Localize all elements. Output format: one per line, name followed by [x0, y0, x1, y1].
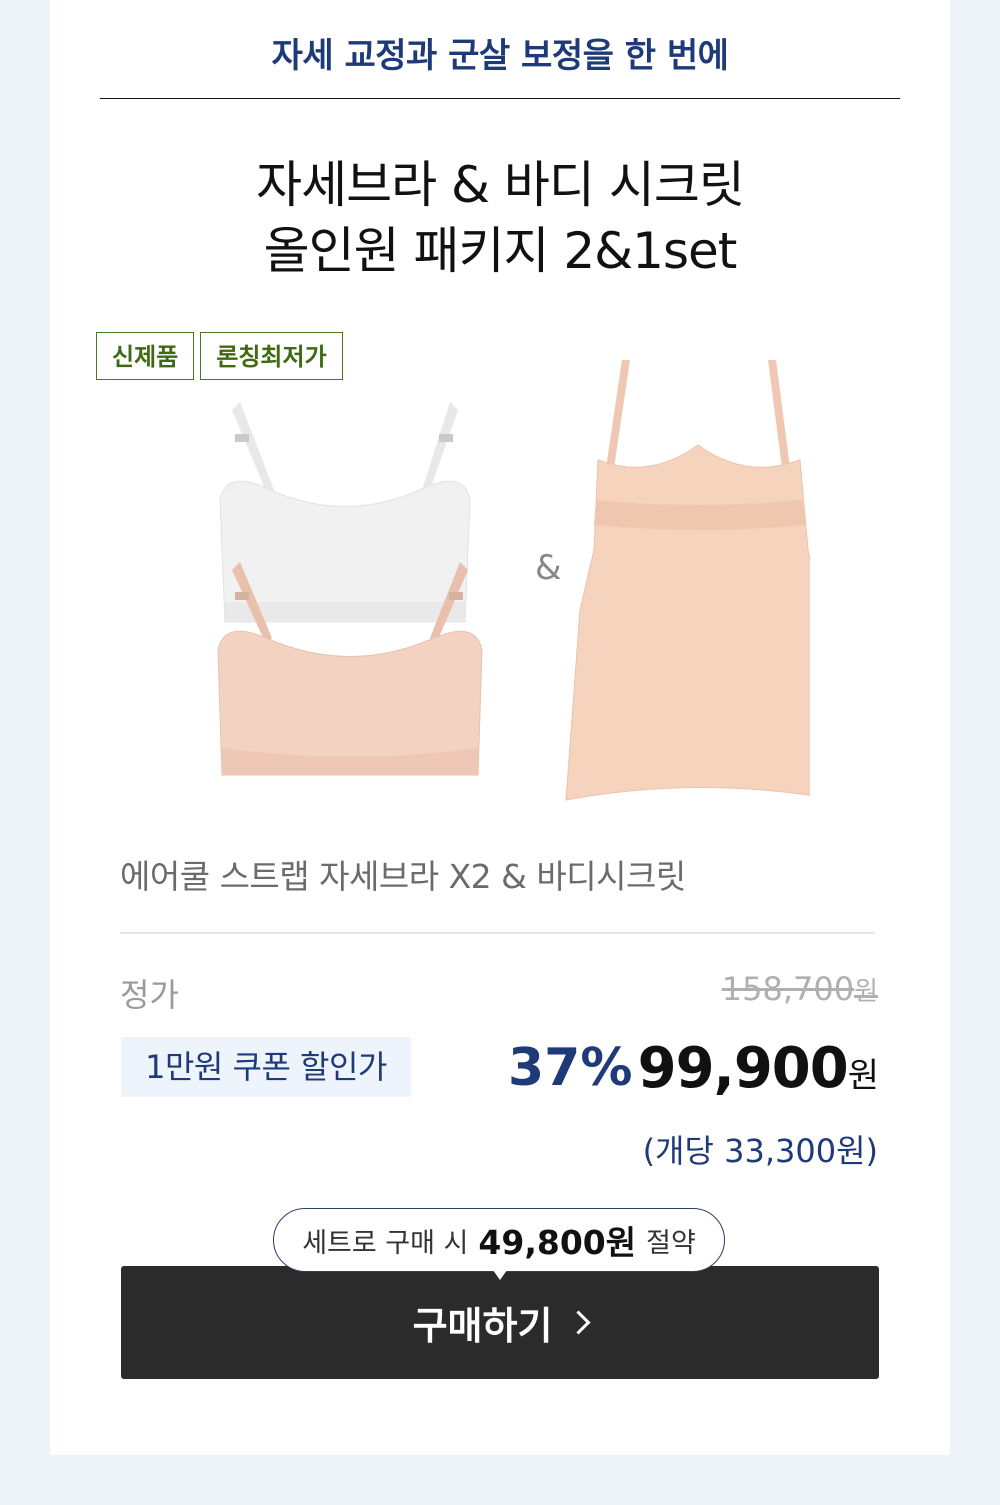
coupon-label: 1만원 쿠폰 할인가 [121, 1037, 411, 1097]
product-card: 자세 교정과 군살 보정을 한 번에 자세브라 & 바디 시크릿 올인원 패키지… [50, 0, 950, 1455]
white-bra-image [219, 402, 471, 623]
tagline: 자세 교정과 군살 보정을 한 번에 [271, 36, 729, 76]
product-name: 에어쿨 스트랩 자세브라 X2 & 바디시크릿 [120, 857, 686, 896]
savings-suffix: 절약 [646, 1227, 696, 1259]
divider [100, 98, 900, 99]
final-price-unit: 원 [847, 1056, 879, 1096]
buy-button[interactable]: 구매하기 [121, 1266, 879, 1379]
savings-amount: 49,800원 [478, 1223, 637, 1262]
savings-bubble-tail [490, 1266, 510, 1280]
savings-bubble: 세트로 구매 시 49,800원 절약 [273, 1208, 725, 1272]
title-line-2: 올인원 패키지 2&1set [263, 222, 738, 280]
product-separator: & [535, 548, 562, 588]
list-price-value: 158,700 [721, 970, 855, 1008]
badge-new: 신제품 [96, 332, 195, 380]
chevron-right-icon [566, 1310, 591, 1335]
final-price: 99,900원 [637, 1036, 879, 1101]
discount-percent: 37% [508, 1038, 633, 1098]
list-price-label: 정가 [120, 976, 179, 1014]
product-title: 자세브라 & 바디 시크릿 올인원 패키지 2&1set [50, 152, 950, 284]
per-unit-price: (개당 33,300원) [642, 1132, 878, 1170]
list-price: 158,700원 [722, 970, 878, 1008]
buy-button-label: 구매하기 [412, 1304, 553, 1348]
product-image [217, 360, 810, 801]
list-price-unit: 원 [854, 977, 878, 1007]
title-line-1: 자세브라 & 바디 시크릿 [256, 156, 745, 214]
divider [120, 932, 875, 934]
slip-dress-image [565, 360, 810, 801]
savings-prefix: 세트로 구매 시 [302, 1227, 469, 1259]
final-price-value: 99,900 [637, 1036, 849, 1101]
